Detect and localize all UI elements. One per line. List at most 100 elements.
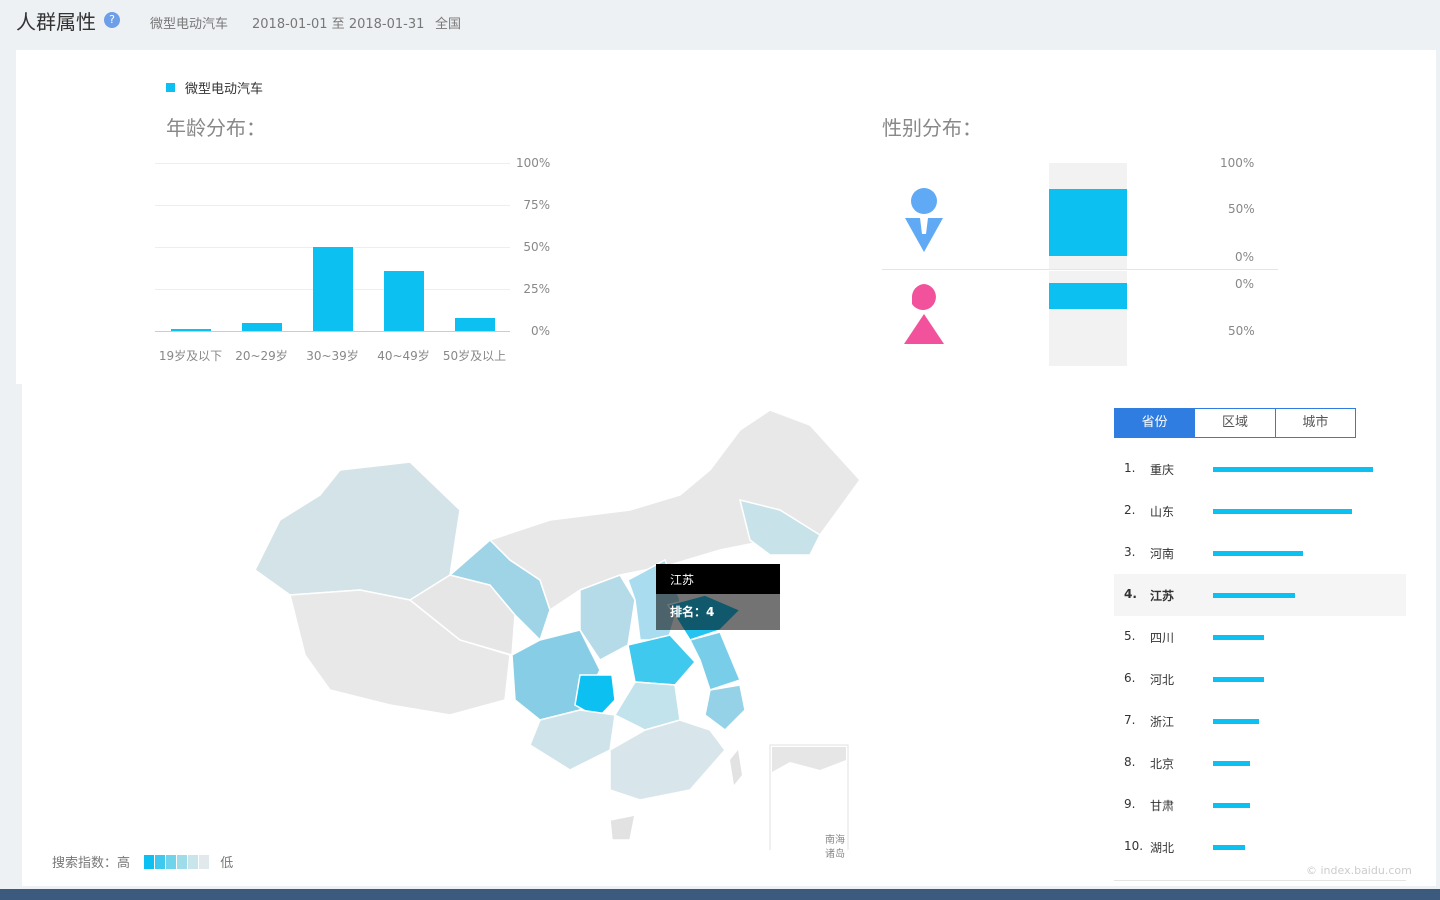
legend-label: 微型电动汽车 [185,82,264,97]
map-legend: 搜索指数：高 低 [52,852,233,871]
map-tooltip: 江苏 排名：4 [656,564,780,630]
female-bar[interactable] [1049,283,1127,310]
male-icon [905,188,943,252]
ranking-number: 4. [1124,587,1137,601]
ranking-number: 7. [1124,713,1136,727]
inset-label-2: 诸岛 [825,849,845,860]
male-tick-0: 0% [1235,250,1255,264]
male-tick-50: 50% [1228,202,1255,216]
ranking-province-name: 浙江 [1150,715,1175,729]
tooltip-province: 江苏 [656,564,780,594]
gender-divider [882,269,1278,270]
age-ytick: 50% [523,240,550,254]
age-bar[interactable] [454,317,495,331]
age-category-label: 30~39岁 [306,349,359,363]
ranking-bar [1213,761,1250,766]
ranking-bar [1213,719,1260,724]
map-legend-low-label: 低 [220,856,234,871]
map-legend-swatch [199,855,210,869]
map-region-taiwan[interactable] [730,750,742,785]
map-legend-swatch [188,855,199,869]
ranking-bar [1213,467,1373,472]
map-region-henan[interactable] [627,634,697,686]
page-title: 人群属性 [16,10,96,34]
female-tick-50: 50% [1228,324,1255,338]
age-category-label: 20~29岁 [235,349,288,363]
keyword-label: 微型电动汽车 [150,17,229,32]
ranking-bar [1213,551,1303,556]
ranking-number: 2. [1124,503,1136,517]
tab-city[interactable]: 城市 [1276,409,1355,437]
age-bar[interactable] [170,329,211,331]
ranking-row[interactable]: 3. 河南 [1114,532,1406,574]
map-region-yunnan-guizhou[interactable] [529,709,616,771]
help-icon[interactable]: ? [104,12,120,28]
ranking-row[interactable]: 8. 北京 [1114,742,1406,784]
map-legend-swatch [144,855,155,869]
tab-province[interactable]: 省份 [1115,409,1196,437]
female-icon [904,284,944,344]
tooltip-rank: 排名：4 [656,594,780,630]
inset-label-1: 南海 [825,835,845,846]
ranking-divider [1114,880,1406,881]
age-ytick: 0% [530,324,550,338]
ranking-row[interactable]: 9. 甘肃 [1114,784,1406,826]
ranking-number: 1. [1124,461,1136,475]
ranking-number: 6. [1124,671,1136,685]
age-category-label: 50岁及以上 [442,349,507,363]
ranking-province-name: 山东 [1150,505,1175,519]
ranking-province-name: 湖北 [1150,841,1175,855]
age-category-label: 19岁及以下 [158,349,223,363]
ranking-number: 10. [1124,839,1144,853]
map-region-hainan[interactable] [609,814,636,841]
ranking-province-name: 江苏 [1150,589,1175,603]
map-region-jiangsu[interactable] [688,631,742,691]
map-legend-scale [144,855,210,871]
map-region-xinjiang[interactable] [254,461,461,601]
age-ytick: 25% [523,282,550,296]
age-bar[interactable] [383,270,424,331]
bottom-bar [0,889,1440,900]
ranking-bar [1213,509,1353,514]
map-region-south[interactable] [609,719,726,801]
ranking-bar [1213,803,1250,808]
map-legend-swatch [177,855,188,869]
map-region-zhejiang[interactable] [704,684,746,731]
watermark: © index.baidu.com [1306,864,1412,877]
ranking-row[interactable]: 5. 四川 [1114,616,1406,658]
tab-region[interactable]: 区域 [1195,409,1276,437]
age-ytick: 75% [523,198,550,212]
ranking-number: 8. [1124,755,1136,769]
series-legend[interactable]: 微型电动汽车 [166,78,263,97]
ranking-row[interactable]: 6. 河北 [1114,658,1406,700]
region-label: 全国 [435,17,462,32]
ranking-row[interactable]: 1. 重庆 [1114,448,1406,490]
ranking-province-name: 重庆 [1150,463,1175,477]
age-bar[interactable] [241,322,282,331]
ranking-number: 3. [1124,545,1136,559]
age-bar[interactable] [312,247,353,331]
ranking-tabs: 省份 区域 城市 [1114,408,1356,438]
male-tick-100: 100% [1220,156,1255,170]
age-gridline [155,331,510,332]
ranking-row[interactable]: 4. 江苏 [1114,574,1406,616]
age-chart-title: 年龄分布： [166,116,266,140]
ranking-number: 5. [1124,629,1136,643]
female-tick-0: 0% [1235,277,1255,291]
ranking-row[interactable]: 2. 山东 [1114,490,1406,532]
map-legend-high-label: 搜索指数：高 [52,856,131,871]
map-legend-swatch [155,855,166,869]
map-legend-swatch [166,855,177,869]
ranking-province-name: 河南 [1150,547,1175,561]
ranking-province-name: 北京 [1150,757,1175,771]
age-gridline [155,163,510,164]
ranking-row[interactable]: 7. 浙江 [1114,700,1406,742]
ranking-bar [1213,677,1265,682]
header-bar: 人群属性 ? 微型电动汽车 2018-01-01 至 2018-01-31 全国 [0,0,1440,46]
ranking-bar [1213,845,1245,850]
male-bar[interactable] [1049,188,1127,256]
ranking-row[interactable]: 10. 湖北 [1114,826,1406,868]
ranking-province-name: 甘肃 [1150,799,1175,813]
legend-swatch [166,83,175,92]
age-category-label: 40~49岁 [377,349,430,363]
